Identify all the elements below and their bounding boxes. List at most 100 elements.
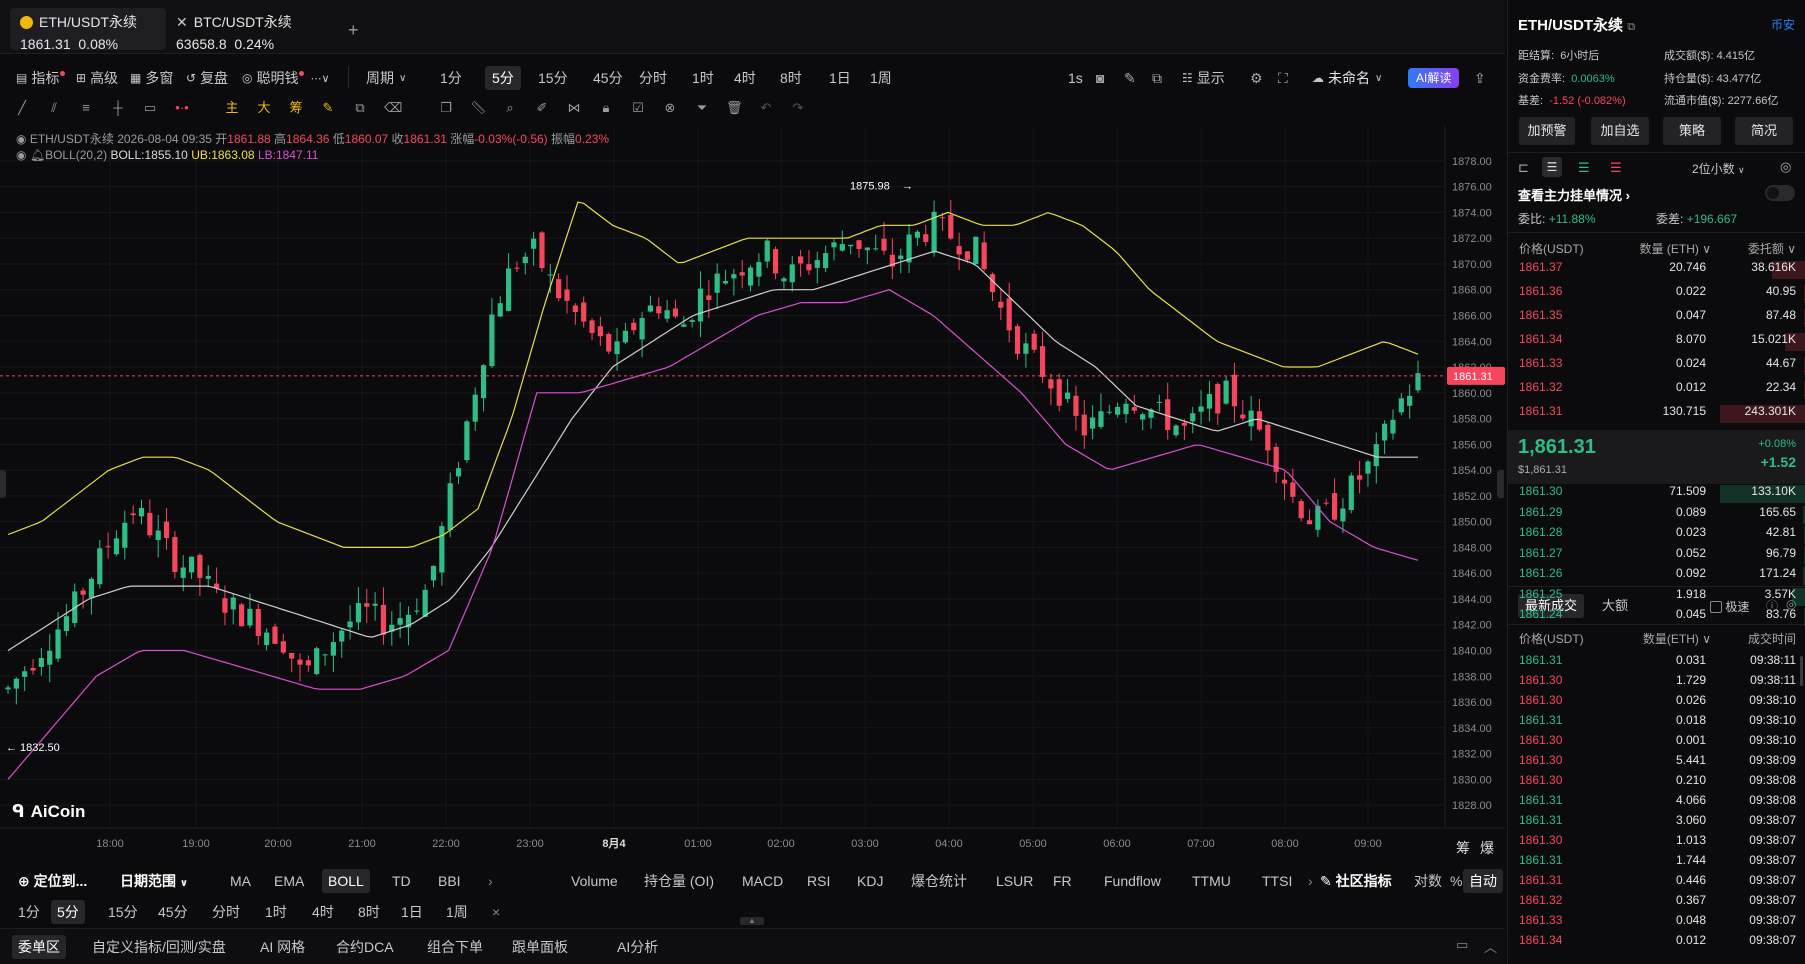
- multi-window-button[interactable]: ▦ 多窗: [130, 66, 173, 90]
- close-icon[interactable]: ×: [486, 900, 506, 924]
- pencil-icon[interactable]: ✎: [1124, 70, 1136, 87]
- tab-eth[interactable]: ETH/USDT永续 1861.31 0.08%: [10, 8, 166, 52]
- line-tool-icon[interactable]: ╱: [14, 100, 30, 116]
- interval-1s[interactable]: 1s: [1061, 66, 1090, 90]
- sub-indicator-10[interactable]: TTSI: [1256, 869, 1298, 893]
- indicator-ma[interactable]: MA: [224, 869, 257, 893]
- indicator-td[interactable]: TD: [386, 869, 417, 893]
- book-view-split-icon[interactable]: ☰: [1542, 157, 1562, 177]
- big-order-tool[interactable]: 大: [256, 100, 272, 116]
- quick-timeframe-3[interactable]: 45分: [152, 900, 194, 924]
- ruler-tool-icon[interactable]: 📏︎: [470, 100, 487, 116]
- display-button[interactable]: ☷ 显示: [1182, 66, 1225, 90]
- parallel-tool-icon[interactable]: ≡: [78, 100, 94, 116]
- quick-timeframe-7[interactable]: 8时: [352, 900, 386, 924]
- settings-icon[interactable]: ⚙: [1250, 70, 1263, 87]
- tab-btc[interactable]: ✕ BTC/USDT永续 63658.8 0.24%: [166, 8, 336, 52]
- sub-indicator-9[interactable]: TTMU: [1186, 869, 1237, 893]
- bid-row[interactable]: 1861.24 0.045 83.76: [1508, 607, 1805, 627]
- community-indicators-button[interactable]: ✎ 社区指标: [1314, 869, 1398, 893]
- expand-icon[interactable]: ⛶: [1278, 70, 1288, 87]
- link-tool-icon[interactable]: ⊗: [662, 100, 678, 116]
- timeframe-0[interactable]: 1分: [433, 66, 469, 90]
- share-icon[interactable]: ⇪: [1474, 70, 1486, 87]
- period-dropdown[interactable]: 周期 ∨: [366, 66, 406, 90]
- panel-tab-0[interactable]: 委单区: [12, 935, 66, 959]
- ai-interpret-button[interactable]: AI解读: [1408, 68, 1460, 88]
- magnet-tool-icon[interactable]: ⋈: [566, 100, 582, 116]
- timeframe-1[interactable]: 5分: [485, 66, 521, 90]
- sub-indicator-2[interactable]: MACD: [736, 869, 789, 893]
- maximize-icon[interactable]: ▭: [1456, 937, 1468, 953]
- copy-icon[interactable]: ⧉: [1627, 21, 1635, 33]
- chevron-up-icon[interactable]: ︿: [1484, 937, 1497, 956]
- erase-tool-icon[interactable]: ⌫: [384, 100, 402, 116]
- decimals-dropdown[interactable]: 2位小数 ∨: [1692, 160, 1745, 177]
- timeframe-9[interactable]: 1周: [863, 66, 899, 90]
- ask-row[interactable]: 1861.31 130.715 243.301K: [1508, 404, 1805, 424]
- liquidation-button[interactable]: 爆: [1480, 838, 1494, 858]
- add-watchlist-button[interactable]: 加自选: [1591, 117, 1649, 145]
- locate-button[interactable]: ⊕ 定位到...: [12, 869, 93, 893]
- timeframe-3[interactable]: 45分: [586, 66, 630, 90]
- trash-icon[interactable]: 🗑︎: [726, 100, 743, 116]
- close-icon[interactable]: ✕: [176, 14, 188, 30]
- bid-row[interactable]: 1861.29 0.089 165.65: [1508, 505, 1805, 525]
- sub-indicator-6[interactable]: LSUR: [990, 869, 1039, 893]
- bid-row[interactable]: 1861.30 71.509 133.10K: [1508, 484, 1805, 504]
- edit-tool-icon[interactable]: ✎: [320, 100, 336, 116]
- bid-row[interactable]: 1861.28 0.023 42.81: [1508, 525, 1805, 545]
- bid-row[interactable]: 1861.25 1.918 3.57K: [1508, 587, 1805, 607]
- advanced-button[interactable]: ⊞ 高级: [76, 66, 118, 90]
- timeframe-5[interactable]: 1时: [685, 66, 721, 90]
- ask-row[interactable]: 1861.37 20.746 38.616K: [1508, 260, 1805, 280]
- replay-button[interactable]: ↺ 复盘: [186, 66, 228, 90]
- auto-scale-toggle[interactable]: 自动: [1463, 869, 1503, 893]
- settings-icon[interactable]: ◎: [1780, 159, 1791, 175]
- right-collapse-handle[interactable]: [1497, 470, 1504, 498]
- hide-tool-icon[interactable]: ☑: [630, 100, 646, 116]
- camera-icon[interactable]: ◙: [1096, 70, 1104, 86]
- timeframe-6[interactable]: 4时: [727, 66, 763, 90]
- ask-row[interactable]: 1861.36 0.022 40.95: [1508, 284, 1805, 304]
- quick-timeframe-0[interactable]: 1分: [12, 900, 46, 924]
- panel-tab-5[interactable]: 跟单面板: [506, 935, 574, 959]
- main-orders-toggle[interactable]: [1765, 185, 1795, 201]
- ray-tool-icon[interactable]: ⫽: [46, 100, 62, 116]
- add-alert-button[interactable]: 加预警: [1519, 117, 1575, 145]
- redo-icon[interactable]: ↷: [790, 100, 806, 116]
- fullscreen-icon[interactable]: ⧉: [1152, 70, 1162, 87]
- zoom-tool-icon[interactable]: ⌕: [502, 100, 518, 116]
- quick-timeframe-2[interactable]: 15分: [102, 900, 144, 924]
- book-view-bids-icon[interactable]: ☰: [1578, 160, 1590, 176]
- bid-row[interactable]: 1861.26 0.092 171.24: [1508, 566, 1805, 586]
- collapse-handle[interactable]: ▲: [740, 917, 764, 925]
- quick-timeframe-5[interactable]: 1时: [259, 900, 293, 924]
- eye-icon[interactable]: ◉: [16, 148, 26, 162]
- sub-indicator-4[interactable]: KDJ: [851, 869, 889, 893]
- amount-header[interactable]: 委托额 ∨: [1748, 240, 1796, 257]
- sub-indicator-1[interactable]: 持仓量 (OI): [638, 869, 720, 893]
- scroll-right-icon[interactable]: ›: [482, 869, 499, 893]
- timeframe-8[interactable]: 1日: [822, 66, 858, 90]
- qty-header[interactable]: 数量 (ETH) ∨: [1640, 240, 1711, 257]
- quick-timeframe-8[interactable]: 1日: [395, 900, 429, 924]
- hline-tool-icon[interactable]: ┼: [110, 100, 126, 116]
- ask-row[interactable]: 1861.35 0.047 87.48: [1508, 308, 1805, 328]
- eye-icon[interactable]: ◉: [16, 132, 26, 146]
- marker-tool-icon[interactable]: •·•: [174, 100, 190, 116]
- copy-tool-icon[interactable]: ⧉: [352, 100, 368, 116]
- ask-row[interactable]: 1861.34 8.070 15.021K: [1508, 332, 1805, 352]
- main-orders-link[interactable]: 查看主力挂单情况 ›: [1518, 185, 1630, 204]
- panel-tab-2[interactable]: AI 网格: [254, 935, 311, 959]
- quick-timeframe-1[interactable]: 5分: [51, 900, 85, 924]
- bell-icon[interactable]: 🔔︎: [30, 148, 45, 162]
- indicator-bbi[interactable]: BBI: [432, 869, 467, 893]
- left-collapse-handle[interactable]: [0, 470, 6, 498]
- indicators-button[interactable]: ▤ 指标: [16, 66, 66, 90]
- lock-icon[interactable]: 🔒︎: [598, 100, 614, 116]
- book-view-asks-icon[interactable]: ☰: [1610, 160, 1622, 176]
- smart-money-button[interactable]: ◎ 聪明钱 ⋯∨: [242, 66, 330, 90]
- chips-button[interactable]: 筹: [1456, 838, 1470, 858]
- date-range-dropdown[interactable]: 日期范围 ∨: [114, 869, 194, 893]
